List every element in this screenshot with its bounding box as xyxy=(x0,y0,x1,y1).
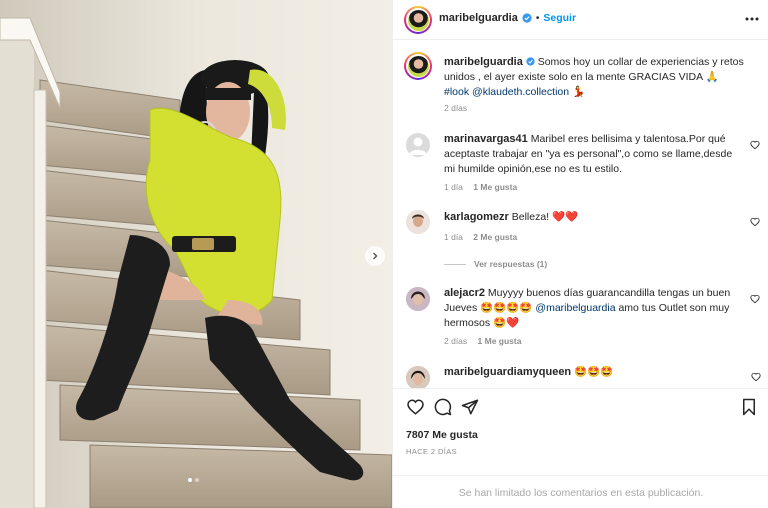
comment-avatar[interactable] xyxy=(406,210,430,234)
comment-username[interactable]: alejacr2 xyxy=(444,287,485,299)
photo-image xyxy=(0,0,392,508)
caption-emoji: 💃 xyxy=(572,86,586,98)
comment-likes[interactable]: 1 Me gusta xyxy=(478,336,522,346)
comment-icon[interactable] xyxy=(434,398,452,416)
chevron-right-icon xyxy=(373,252,378,260)
heart-icon[interactable] xyxy=(751,372,761,382)
comment-emoji: ❤️❤️ xyxy=(552,211,579,223)
comment-emoji: 🤩❤️ xyxy=(493,317,520,329)
caption-hashtag[interactable]: #look xyxy=(444,86,469,98)
replies-line xyxy=(444,263,466,265)
caption-username[interactable]: maribelguardia xyxy=(444,56,523,68)
more-icon[interactable] xyxy=(745,17,759,21)
view-replies-label[interactable]: Ver respuestas (1) xyxy=(474,259,547,269)
comment-avatar[interactable] xyxy=(406,366,430,388)
view-replies-button[interactable]: Ver respuestas (1) xyxy=(444,259,547,269)
comments-limited-notice: Se han limitado los comentarios en esta … xyxy=(393,475,768,508)
heart-icon[interactable] xyxy=(750,294,760,304)
avatar[interactable] xyxy=(404,6,432,34)
comment-likes[interactable]: 1 Me gusta xyxy=(473,182,517,192)
header-separator: • xyxy=(535,12,540,24)
verified-icon xyxy=(526,57,535,66)
caption-avatar[interactable] xyxy=(404,52,432,80)
comment-time[interactable]: 1 día xyxy=(444,232,463,242)
post-photo xyxy=(0,0,392,508)
heart-icon[interactable] xyxy=(406,398,425,416)
comment-avatar[interactable] xyxy=(406,133,430,157)
post-side-panel: maribelguardia • Seguir maribelguardia S… xyxy=(392,0,768,508)
verified-icon xyxy=(522,13,532,23)
follow-button[interactable]: Seguir xyxy=(543,12,576,24)
share-icon[interactable] xyxy=(461,398,479,416)
comment-time[interactable]: 1 día xyxy=(444,182,463,192)
comment-emoji: 🤩🤩🤩🤩 xyxy=(480,302,533,314)
next-photo-button[interactable] xyxy=(365,246,385,266)
heart-icon[interactable] xyxy=(750,217,760,227)
carousel-dot xyxy=(195,478,199,482)
caption-emoji: 🙏 xyxy=(705,71,719,83)
carousel-dot xyxy=(188,478,192,482)
comment-username[interactable]: marinavargas41 xyxy=(444,133,528,145)
bookmark-icon[interactable] xyxy=(741,398,757,416)
heart-icon[interactable] xyxy=(750,140,760,150)
comment-text: Belleza! xyxy=(511,211,550,223)
likes-count[interactable]: 7807 Me gusta xyxy=(406,429,478,441)
comment-time[interactable]: 2 días xyxy=(444,336,467,346)
comment-username[interactable]: maribelguardiamyqueen xyxy=(444,366,571,378)
caption-mention[interactable]: @klaudeth.collection xyxy=(472,86,569,98)
comment-avatar[interactable] xyxy=(406,287,430,311)
comment-mention[interactable]: @maribelguardia xyxy=(535,302,615,314)
comment: maribelguardiamyqueen 🤩🤩🤩 xyxy=(393,360,768,388)
caption-time[interactable]: 2 días xyxy=(444,103,467,113)
post-header: maribelguardia • Seguir xyxy=(393,0,768,40)
post-actions: 7807 Me gusta HACE 2 DÍAS Se han limitad… xyxy=(393,388,768,508)
comment-username[interactable]: karlagomezr xyxy=(444,211,509,223)
post-time[interactable]: HACE 2 DÍAS xyxy=(406,447,457,456)
header-username[interactable]: maribelguardia xyxy=(439,12,518,24)
carousel-dots xyxy=(188,478,199,482)
comment-emoji: 🤩🤩🤩 xyxy=(574,366,614,378)
comment-likes[interactable]: 2 Me gusta xyxy=(473,232,517,242)
